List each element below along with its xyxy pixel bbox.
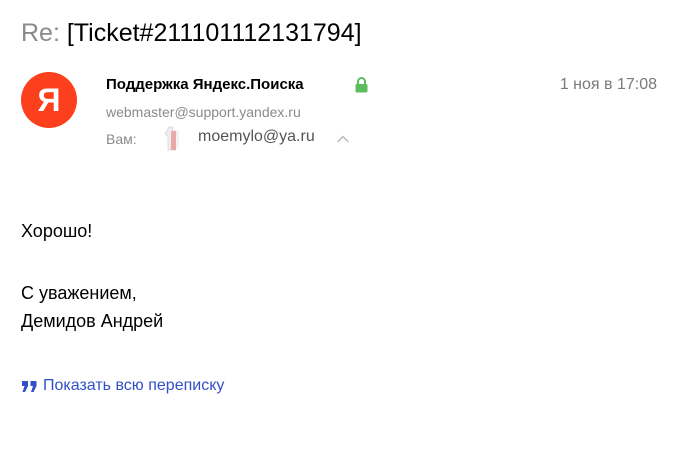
subject-prefix: Re: (21, 19, 60, 47)
body-line: Хорошо! (21, 221, 93, 241)
show-thread-label[interactable]: Показать всю переписку (43, 375, 224, 397)
sender-avatar[interactable]: Я (21, 72, 77, 128)
subject-title: [Ticket#211101112131794] (66, 19, 362, 47)
lock-icon (355, 77, 368, 93)
yandex-logo-icon: Я (38, 82, 61, 118)
show-thread-link[interactable]: Показать всю переписку (21, 375, 224, 397)
body-line: Демидов Андрей (21, 311, 164, 331)
sender-email[interactable]: webmaster@support.yandex.ru (106, 102, 301, 122)
message-date: 1 ноя в 17:08 (559, 76, 657, 93)
chevron-up-icon[interactable] (336, 134, 350, 144)
sender-name[interactable]: Поддержка Яндекс.Поиска (106, 75, 304, 95)
recipient-avatar-icon[interactable] (160, 124, 184, 152)
body-line: С уважением, (21, 283, 137, 303)
recipient-email[interactable]: moemylo@ya.ru (198, 127, 315, 147)
message-subject: Re: [Ticket#211101112131794] (21, 16, 362, 50)
quote-icon (22, 381, 37, 392)
recipients-label: Вам: (106, 131, 137, 147)
avatar-letter: Я (38, 82, 61, 118)
